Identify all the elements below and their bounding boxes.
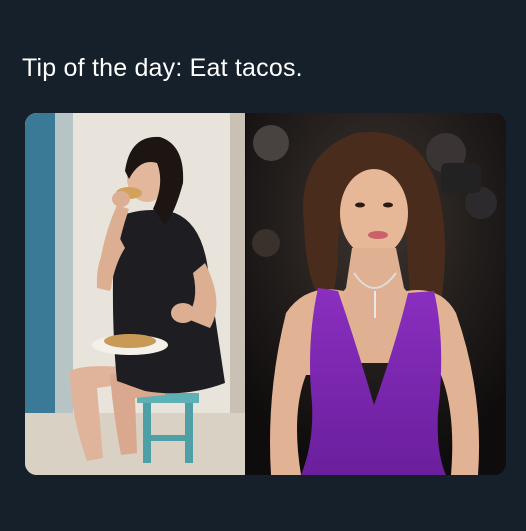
vintage-photo[interactable]: [25, 113, 245, 475]
red-carpet-photo-illustration: [246, 113, 506, 475]
vintage-photo-illustration: [25, 113, 245, 475]
post-caption: Tip of the day: Eat tacos.: [22, 54, 303, 82]
red-carpet-photo[interactable]: [246, 113, 506, 475]
media-container[interactable]: [25, 113, 506, 475]
